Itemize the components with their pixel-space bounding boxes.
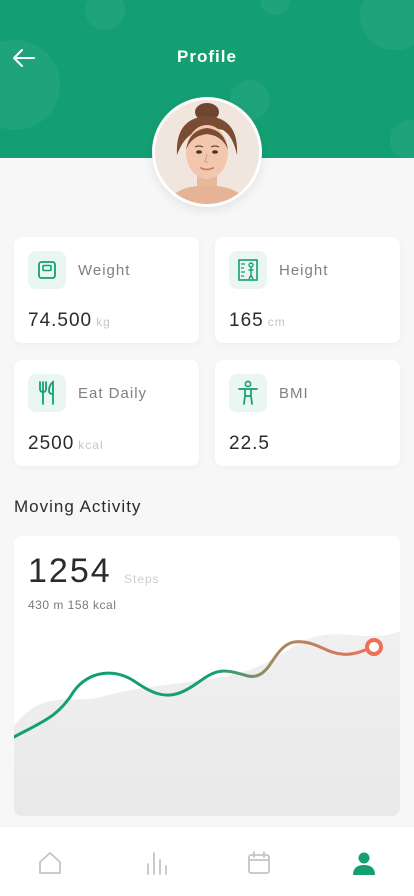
weight-number: 74.500 <box>28 310 93 331</box>
stats-icon <box>147 852 167 875</box>
height-value: 165 cm <box>229 310 286 332</box>
activity-area-shadow <box>14 631 400 816</box>
eat-daily-label: Eat Daily <box>78 385 148 402</box>
scale-icon <box>28 251 66 289</box>
body-icon <box>229 374 267 412</box>
tab-profile[interactable] <box>348 847 380 879</box>
profile-icon <box>353 852 375 875</box>
bmi-card[interactable]: BMI 22.5 <box>215 360 400 466</box>
activity-card[interactable]: 1254 Steps 430 m 158 kcal <box>14 536 400 816</box>
weight-unit: kg <box>96 315 111 329</box>
bottom-tab-bar <box>0 826 414 896</box>
calendar-icon <box>248 851 270 874</box>
weight-value: 74.500 kg <box>28 310 111 332</box>
avatar-photo <box>155 100 259 204</box>
fork-knife-icon <box>28 374 66 412</box>
height-number: 165 <box>229 310 264 331</box>
steps-unit: Steps <box>124 572 160 586</box>
weight-label: Weight <box>78 262 131 279</box>
tab-stats[interactable] <box>140 847 172 879</box>
bmi-number: 22.5 <box>229 433 270 454</box>
eat-daily-number: 2500 <box>28 433 75 454</box>
eat-daily-value: 2500 kcal <box>28 433 104 455</box>
height-ruler-icon <box>229 251 267 289</box>
home-icon <box>39 852 61 874</box>
height-card[interactable]: Height 165 cm <box>215 237 400 343</box>
activity-current-point <box>365 638 383 656</box>
eat-daily-card[interactable]: Eat Daily 2500 kcal <box>14 360 199 466</box>
section-title-activity: Moving Activity <box>14 497 142 516</box>
page-title: Profile <box>177 47 237 66</box>
tab-home[interactable] <box>34 847 66 879</box>
height-label: Height <box>279 262 329 279</box>
height-unit: cm <box>267 315 286 329</box>
tab-calendar[interactable] <box>243 847 275 879</box>
avatar[interactable] <box>152 97 262 207</box>
eat-daily-unit: kcal <box>78 438 104 452</box>
steps-count: 1254 <box>28 552 112 590</box>
weight-card[interactable]: Weight 74.500 kg <box>14 237 199 343</box>
bmi-value: 22.5 <box>229 433 270 455</box>
activity-distance-kcal: 430 m 158 kcal <box>28 598 117 612</box>
bmi-label: BMI <box>279 385 309 402</box>
